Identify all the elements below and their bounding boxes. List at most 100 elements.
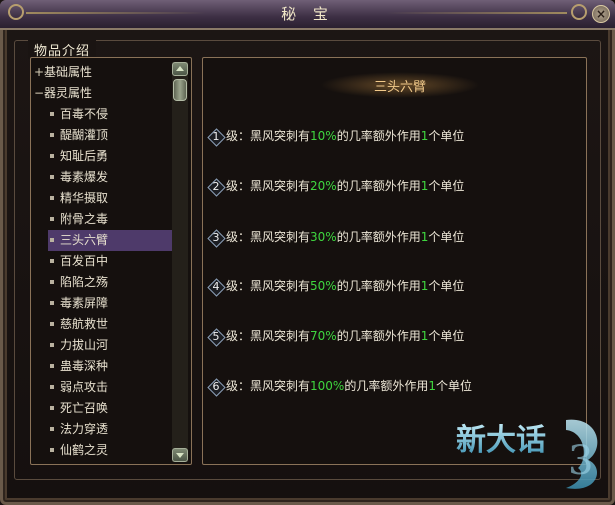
level-text-suffix: 个单位 — [428, 329, 465, 343]
tree-item[interactable]: 百发百中 — [32, 251, 172, 272]
bullet-icon — [50, 216, 54, 221]
level-percent: 30% — [310, 230, 337, 244]
level-diamond-icon: 3 — [208, 230, 224, 246]
tree-item[interactable]: 精华摄取 — [32, 188, 172, 209]
tree-item-label: 知耻后勇 — [60, 149, 109, 163]
bullet-icon — [50, 195, 54, 200]
tree-item[interactable]: 陷陷之殇 — [32, 272, 172, 293]
tree-item-label: 蛊毒深种 — [60, 359, 109, 373]
bullet-icon — [50, 321, 54, 326]
tree-item[interactable]: 毒素屏障 — [32, 293, 172, 314]
level-text-prefix: 级：黑风突刺有 — [226, 230, 311, 244]
logo-digit: 3 — [568, 438, 593, 484]
window-title: 秘 宝 — [281, 5, 334, 23]
tree-item[interactable]: 知耻后勇 — [32, 146, 172, 167]
bullet-icon — [50, 111, 54, 116]
tree-group[interactable]: −器灵属性 — [32, 83, 172, 104]
tree-item-label: 百发百中 — [60, 254, 109, 268]
level-text-mid: 的几率额外作用 — [336, 279, 421, 293]
level-text-prefix: 级：黑风突刺有 — [226, 329, 311, 343]
arrow-up-icon — [176, 66, 184, 71]
tree-item[interactable]: 附骨之毒 — [32, 209, 172, 230]
tree-item-label: 死亡召唤 — [60, 401, 109, 415]
tree-item-label: 毒素屏障 — [60, 296, 109, 310]
tree-item[interactable]: 弱点攻击 — [32, 377, 172, 398]
scroll-thumb[interactable] — [173, 79, 187, 101]
level-number: 5 — [212, 329, 220, 343]
collapse-minus-icon[interactable]: − — [34, 83, 44, 104]
bullet-icon — [50, 174, 54, 179]
tree-item[interactable]: 毒素爆发 — [32, 167, 172, 188]
tree-item[interactable]: 力拔山河 — [32, 335, 172, 356]
tree-item-label: 三头六臂 — [60, 233, 109, 247]
level-row: 2 级：黑风突刺有20%的几率额外作用1个单位 — [208, 176, 465, 196]
bullet-icon — [50, 405, 54, 410]
tree-item-selected[interactable]: 三头六臂 — [48, 230, 172, 251]
level-number: 1 — [212, 129, 220, 143]
tree-item-label: 精华摄取 — [60, 191, 109, 205]
level-number: 2 — [212, 179, 220, 193]
bullet-icon — [50, 300, 54, 305]
bullet-icon — [50, 384, 54, 389]
tree-item-label: 醍醐灌顶 — [60, 128, 109, 142]
tree-item[interactable]: 仙鹤之灵 — [32, 440, 172, 461]
bullet-icon — [50, 447, 54, 452]
tree-scrollbar[interactable] — [172, 62, 188, 462]
game-logo: 新大话 3 — [456, 419, 598, 489]
scroll-up-button[interactable] — [172, 62, 188, 76]
level-number: 6 — [212, 379, 220, 393]
tree-item[interactable]: 百毒不侵 — [32, 104, 172, 125]
level-row: 3 级：黑风突刺有30%的几率额外作用1个单位 — [208, 227, 465, 247]
level-text-suffix: 个单位 — [428, 179, 465, 193]
level-text-suffix: 个单位 — [428, 230, 465, 244]
tree-group-label: 器灵属性 — [44, 86, 93, 100]
level-row: 6 级：黑风突刺有100%的几率额外作用1个单位 — [208, 376, 473, 396]
level-diamond-icon: 5 — [208, 329, 224, 345]
logo-text: 新大话 — [456, 423, 546, 458]
level-row: 5 级：黑风突刺有70%的几率额外作用1个单位 — [208, 326, 465, 346]
level-text-prefix: 级：黑风突刺有 — [226, 179, 311, 193]
title-bar[interactable]: 秘 宝 × — [0, 0, 615, 30]
scroll-down-button[interactable] — [172, 448, 188, 462]
bullet-icon — [50, 342, 54, 347]
level-text-prefix: 级：黑风突刺有 — [226, 129, 311, 143]
level-diamond-icon: 2 — [208, 179, 224, 195]
tree-group-label: 基础属性 — [44, 65, 93, 79]
level-diamond-icon: 4 — [208, 279, 224, 295]
level-text-suffix: 个单位 — [435, 379, 472, 393]
tree-item[interactable]: 法力穿透 — [32, 419, 172, 440]
level-text-suffix: 个单位 — [428, 129, 465, 143]
bullet-icon — [50, 426, 54, 431]
tree-item[interactable]: 蛊毒深种 — [32, 356, 172, 377]
tree-group[interactable]: +基础属性 — [32, 62, 172, 83]
tree-item-label: 陷陷之殇 — [60, 275, 109, 289]
level-text-mid: 的几率额外作用 — [336, 129, 421, 143]
tree-item[interactable]: 慈航救世 — [32, 314, 172, 335]
detail-panel — [202, 57, 587, 465]
bullet-icon — [50, 237, 54, 242]
detail-title: 三头六臂 — [373, 80, 426, 95]
level-text-prefix: 级：黑风突刺有 — [226, 379, 311, 393]
level-row: 4 级：黑风突刺有50%的几率额外作用1个单位 — [208, 276, 465, 296]
tree-item-label: 百毒不侵 — [60, 107, 109, 121]
item-tree: +基础属性 −器灵属性 百毒不侵 醍醐灌顶 知耻后勇 毒素爆发 精华摄取 附骨之毒 三头六臂 百发… — [32, 62, 172, 461]
level-count: 1 — [428, 379, 436, 393]
close-button[interactable]: × — [592, 5, 610, 23]
expand-plus-icon[interactable]: + — [34, 62, 44, 83]
level-text-suffix: 个单位 — [428, 279, 465, 293]
level-diamond-icon: 6 — [208, 379, 224, 395]
level-percent: 70% — [310, 329, 337, 343]
tree-item-label: 慈航救世 — [60, 317, 109, 331]
bullet-icon — [50, 132, 54, 137]
bullet-icon — [50, 279, 54, 284]
tree-item-label: 弱点攻击 — [60, 380, 109, 394]
bullet-icon — [50, 153, 54, 158]
arrow-down-icon — [176, 453, 184, 458]
level-text-mid: 的几率额外作用 — [344, 379, 429, 393]
tree-item[interactable]: 死亡召唤 — [32, 398, 172, 419]
tree-item[interactable]: 醍醐灌顶 — [32, 125, 172, 146]
tree-item-label: 力拔山河 — [60, 338, 109, 352]
level-percent: 50% — [310, 279, 337, 293]
level-number: 4 — [212, 279, 220, 293]
level-text-mid: 的几率额外作用 — [336, 329, 421, 343]
